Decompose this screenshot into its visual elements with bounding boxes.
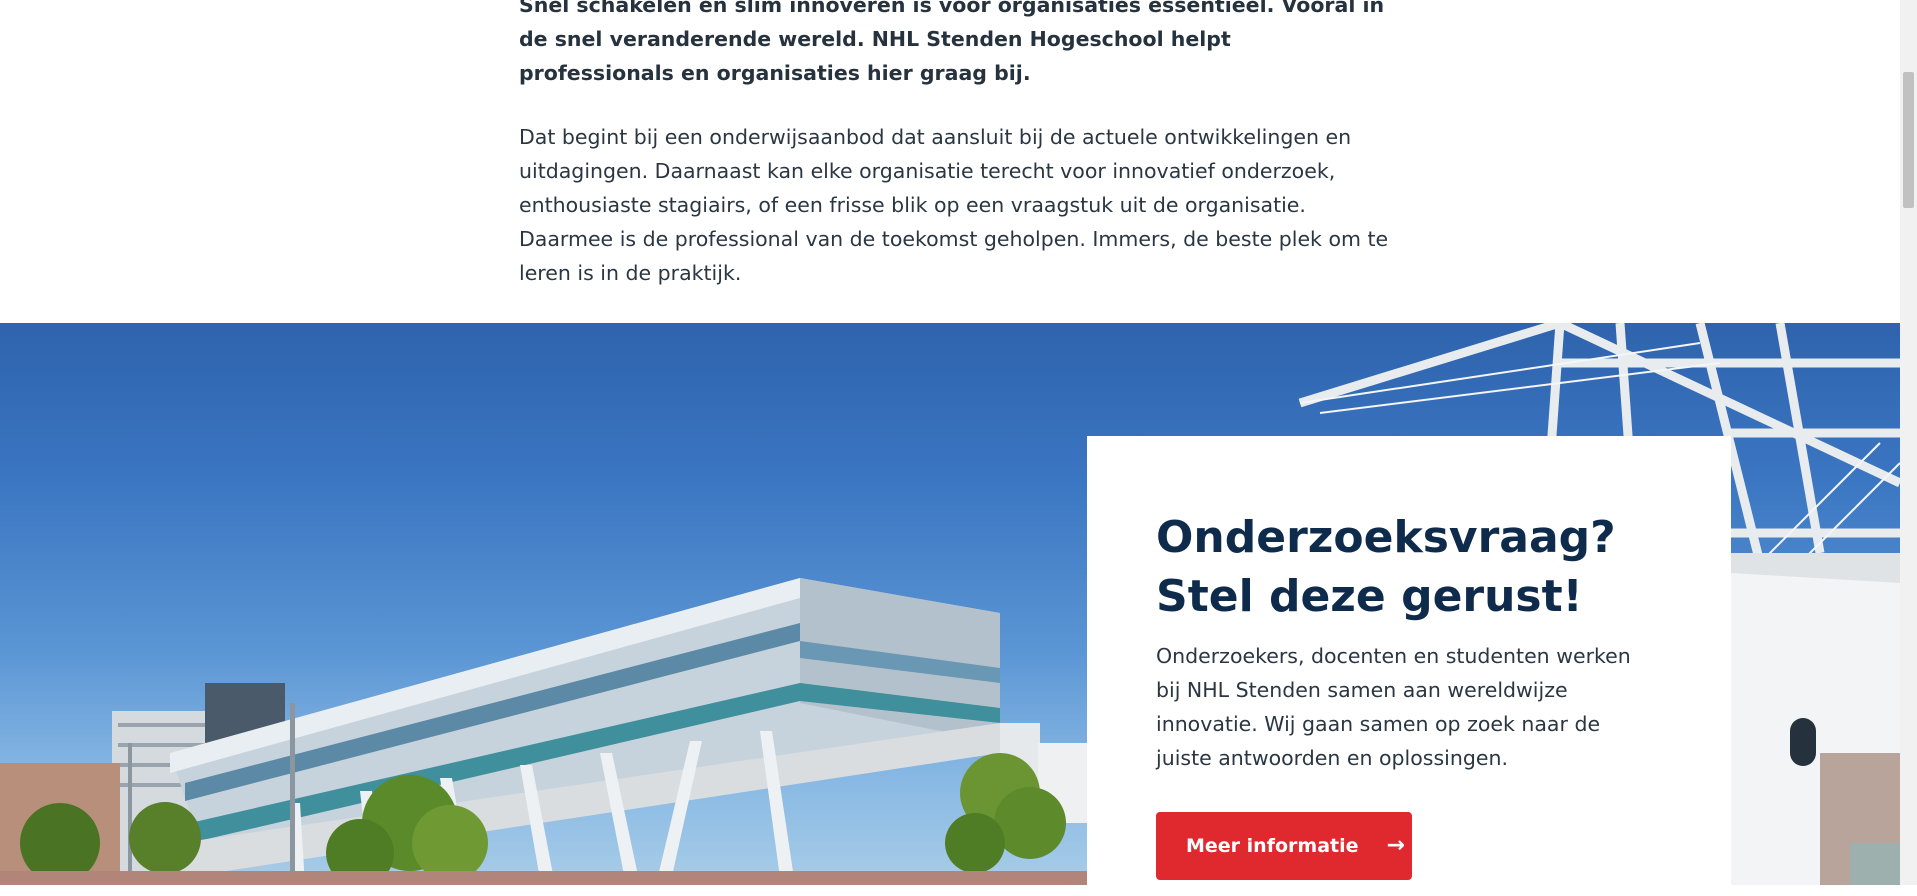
arrow-right-icon: → xyxy=(1386,833,1405,858)
intro-body: Dat begint bij een onderwijsaanbod dat a… xyxy=(519,125,1389,285)
card-title: Onderzoeksvraag? Stel deze gerust! xyxy=(1156,512,1616,622)
research-card: Onderzoeksvraag? Stel deze gerust! Onder… xyxy=(1087,436,1731,896)
intro-lead: Snel schakelen en slim innoveren is voor… xyxy=(519,0,1385,85)
scrollbar-thumb[interactable] xyxy=(1903,72,1914,208)
page-scrollbar[interactable] xyxy=(1900,0,1917,885)
intro-text: Snel schakelen en slim innoveren is voor… xyxy=(519,0,1389,290)
more-info-button-label: Meer informatie xyxy=(1186,835,1359,857)
more-info-button[interactable]: Meer informatie → xyxy=(1156,812,1412,880)
card-text: Onderzoekers, docenten en studenten werk… xyxy=(1156,644,1631,770)
